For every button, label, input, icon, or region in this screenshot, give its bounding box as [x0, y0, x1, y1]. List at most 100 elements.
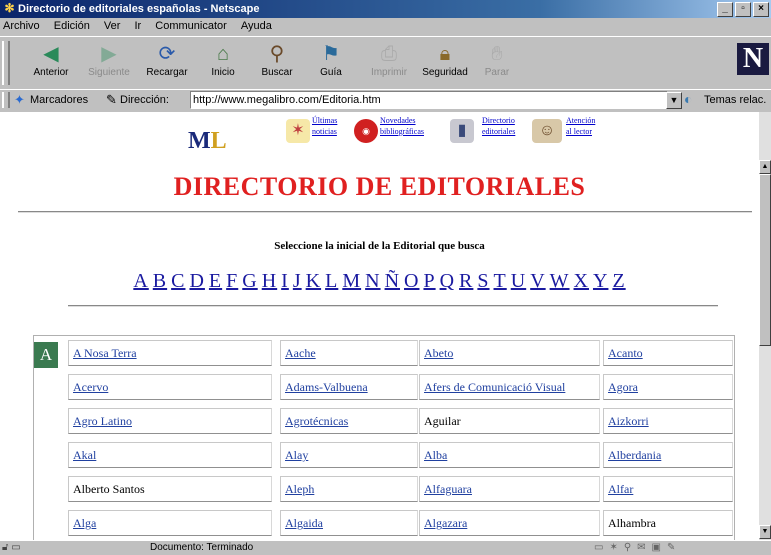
nav-ultimas-line2: noticias	[312, 127, 337, 136]
publisher-cell[interactable]: Adams-Valbuena	[280, 374, 418, 400]
letter-link[interactable]: Q	[440, 270, 455, 292]
reload-label: Recargar	[146, 67, 188, 78]
toolbar-grip[interactable]	[2, 41, 10, 85]
letter-link[interactable]: P	[423, 270, 435, 292]
publisher-cell[interactable]: Afers de Comunicació Visual	[419, 374, 600, 400]
letter-link[interactable]: R	[459, 270, 473, 292]
publisher-cell[interactable]: Algazara	[419, 510, 600, 536]
title-bar: ✻ Directorio de editoriales españolas - …	[0, 0, 771, 18]
publisher-cell[interactable]: Agora	[603, 374, 733, 400]
guide-icon: ⚑	[322, 43, 340, 65]
publisher-cell[interactable]: Alfaguara	[419, 476, 600, 502]
maximize-button[interactable]: ▫	[735, 2, 751, 17]
window-controls: _ ▫ ×	[717, 2, 769, 17]
page-viewport: ML ✶ Últimas noticias ◉ Novedades biblio…	[0, 112, 759, 540]
menu-archivo[interactable]: Archivo	[3, 20, 40, 32]
page-proxy-icon[interactable]: ✎	[106, 92, 117, 108]
letter-link[interactable]: T	[494, 270, 507, 292]
menu-ir[interactable]: Ir	[134, 20, 141, 32]
publisher-cell[interactable]: Agrotécnicas	[280, 408, 418, 434]
publisher-cell[interactable]: Acanto	[603, 340, 733, 366]
search-button[interactable]: ⚲ Buscar	[250, 41, 304, 87]
letter-link[interactable]: N	[365, 270, 380, 292]
letter-link[interactable]: V	[530, 270, 545, 292]
security-status-icon[interactable]: 🔓︎ ▭	[2, 541, 21, 555]
publisher-cell[interactable]: Alay	[280, 442, 418, 468]
url-input[interactable]: http://www.megalibro.com/Editoria.htm	[190, 91, 668, 109]
lock-icon: 🔒︎	[439, 43, 451, 65]
minimize-button[interactable]: _	[717, 2, 733, 17]
letter-link[interactable]: A	[133, 270, 148, 292]
security-button[interactable]: 🔒︎ Seguridad	[418, 41, 472, 87]
letter-link[interactable]: W	[550, 270, 570, 292]
nav-atencion[interactable]: Atención al lector	[566, 115, 595, 137]
search-label: Buscar	[261, 67, 293, 78]
close-button[interactable]: ×	[753, 2, 769, 17]
menu-ver[interactable]: Ver	[104, 20, 121, 32]
print-icon: ⎙	[381, 43, 397, 65]
publisher-cell[interactable]: Aizkorri	[603, 408, 733, 434]
component-bar-icons[interactable]: ▭✶⚲✉▣✎	[594, 541, 681, 555]
menu-communicator[interactable]: Communicator	[155, 20, 227, 32]
letter-link[interactable]: L	[325, 270, 338, 292]
publisher-cell[interactable]: Agro Latino	[68, 408, 272, 434]
locbar-grip[interactable]	[2, 92, 10, 108]
publisher-cell[interactable]: A Nosa Terra	[68, 340, 272, 366]
window-title: Directorio de editoriales españolas - Ne…	[18, 3, 260, 15]
letter-link[interactable]: X	[574, 270, 589, 292]
publisher-cell[interactable]: Alfar	[603, 476, 733, 502]
menu-ayuda[interactable]: Ayuda	[241, 20, 272, 32]
letter-link[interactable]: E	[209, 270, 222, 292]
letter-link[interactable]: Z	[612, 270, 625, 292]
home-button[interactable]: ⌂ Inicio	[196, 41, 250, 87]
letter-link[interactable]: B	[153, 270, 167, 292]
letter-link[interactable]: G	[242, 270, 257, 292]
nav-novedades[interactable]: Novedades bibliográficas	[380, 115, 424, 137]
publisher-cell[interactable]: Aache	[280, 340, 418, 366]
related-topics-button[interactable]: Temas relac.	[704, 94, 766, 106]
letter-link[interactable]: K	[306, 270, 321, 292]
forward-button[interactable]: ▶ Siguiente	[82, 41, 136, 87]
guide-button[interactable]: ⚑ Guía	[304, 41, 358, 87]
bookmarks-button[interactable]: Marcadores	[30, 94, 88, 106]
letter-link[interactable]: Y	[593, 270, 608, 292]
publisher-cell[interactable]: Alba	[419, 442, 600, 468]
nav-ultimas-line1: Últimas	[312, 116, 338, 125]
letter-link[interactable]: C	[171, 270, 185, 292]
nav-directorio-line1: Directorio	[482, 116, 515, 125]
publisher-cell[interactable]: Algaida	[280, 510, 418, 536]
letter-link[interactable]: J	[293, 270, 302, 292]
megalibro-logo[interactable]: ML	[188, 128, 272, 158]
publisher-cell[interactable]: Aleph	[280, 476, 418, 502]
letter-link[interactable]: S	[477, 270, 489, 292]
nav-novedades-line2: bibliográficas	[380, 127, 424, 136]
letter-link[interactable]: M	[342, 270, 361, 292]
letter-link[interactable]: F	[226, 270, 238, 292]
publisher-cell[interactable]: Acervo	[68, 374, 272, 400]
menu-edicion[interactable]: Edición	[54, 20, 90, 32]
vertical-scrollbar[interactable]: ▲ ▼	[759, 112, 771, 540]
scroll-up-button[interactable]: ▲	[759, 160, 771, 174]
menu-bar: Archivo Edición Ver Ir Communicator Ayud…	[0, 18, 771, 35]
print-button[interactable]: ⎙ Imprimir	[362, 41, 416, 87]
letter-link[interactable]: H	[262, 270, 277, 292]
letter-link[interactable]: O	[404, 270, 419, 292]
publisher-cell[interactable]: Akal	[68, 442, 272, 468]
nav-ultimas-noticias[interactable]: Últimas noticias	[312, 115, 337, 137]
nav-directorio[interactable]: Directorio editoriales	[482, 115, 515, 137]
letter-link[interactable]: Ñ	[385, 270, 400, 292]
publisher-cell[interactable]: Alberdania	[603, 442, 733, 468]
publisher-cell[interactable]: Alga	[68, 510, 272, 536]
letter-link[interactable]: U	[511, 270, 526, 292]
publisher-cell[interactable]: Abeto	[419, 340, 600, 366]
scroll-down-button[interactable]: ▼	[759, 525, 771, 539]
location-bar: ✦ Marcadores ✎ Dirección: http://www.meg…	[0, 89, 771, 113]
back-button[interactable]: ◀ Anterior	[24, 41, 78, 87]
letter-link[interactable]: D	[189, 270, 204, 292]
stop-button[interactable]: ✋︎ Parar	[470, 41, 524, 87]
nav-atencion-line1: Atención	[566, 116, 596, 125]
reload-button[interactable]: ⟳ Recargar	[140, 41, 194, 87]
letter-link[interactable]: I	[281, 270, 289, 292]
url-dropdown-button[interactable]: ▼	[666, 92, 682, 109]
scroll-thumb[interactable]	[759, 174, 771, 346]
